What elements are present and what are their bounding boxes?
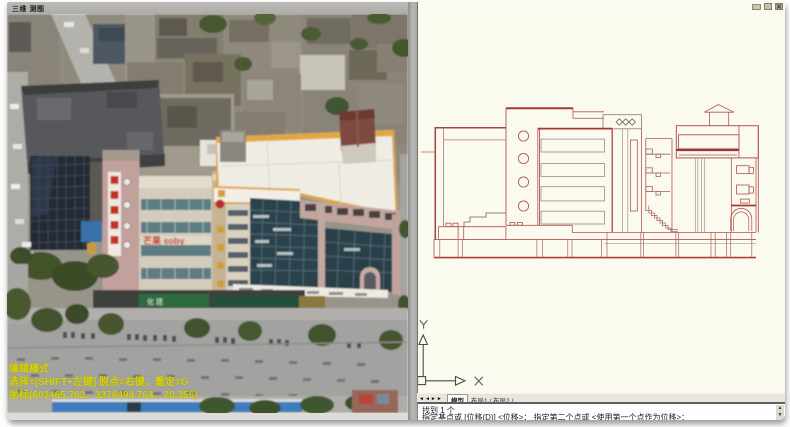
svg-text:芒果 soby: 芒果 soby <box>143 235 185 246</box>
svg-text:化 建: 化 建 <box>147 297 163 306</box>
